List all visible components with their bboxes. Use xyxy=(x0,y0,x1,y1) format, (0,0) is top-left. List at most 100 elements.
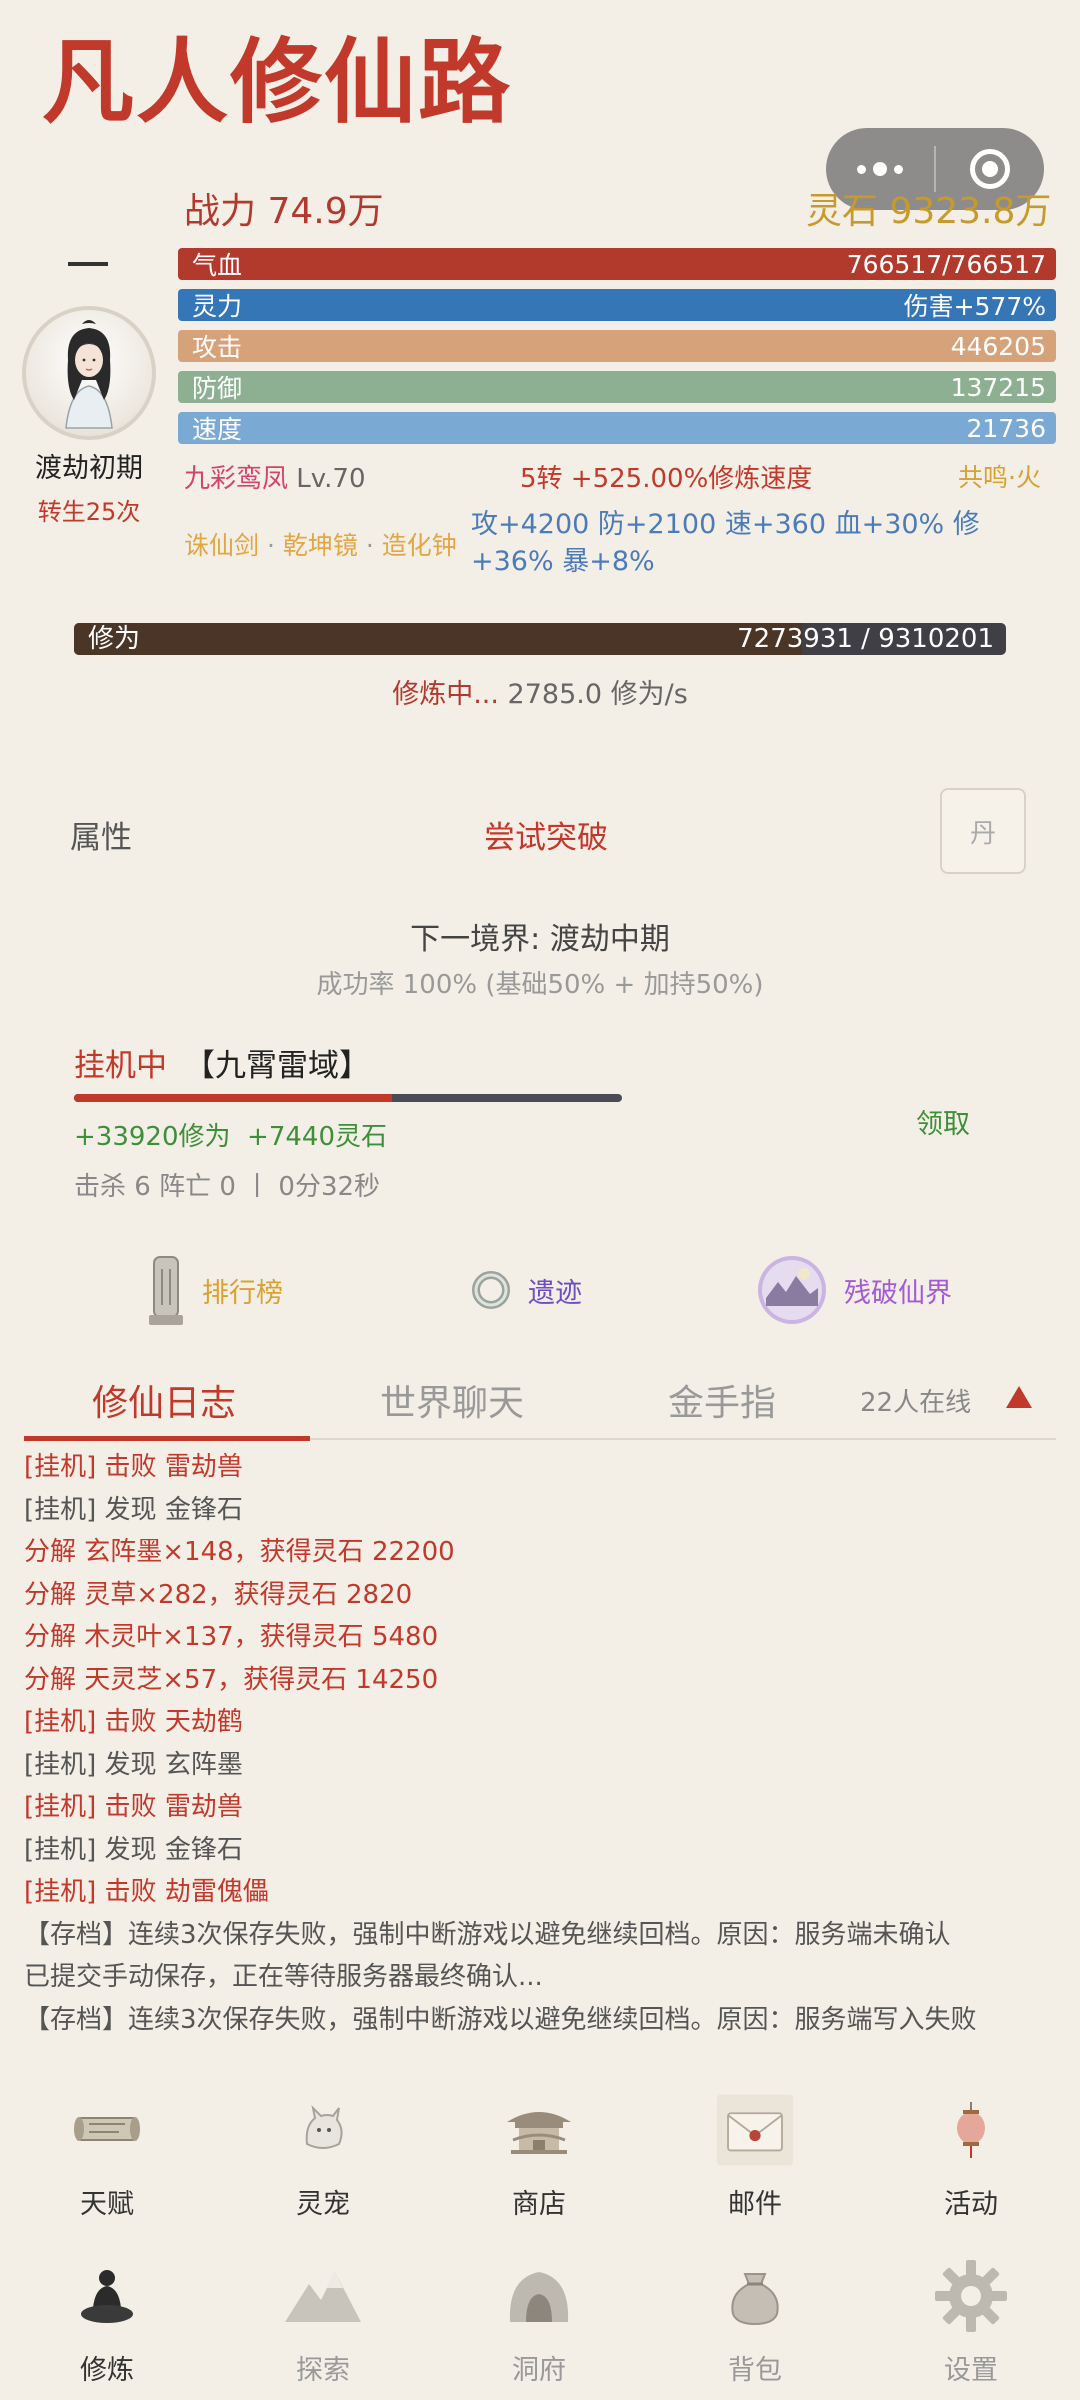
pet-level: Lv.70 xyxy=(296,464,366,494)
cultivation-progress-fill xyxy=(74,623,802,655)
log-list[interactable]: [挂机] 击败 雷劫兽 [挂机] 发现 金锋石 分解 玄阵墨×148，获得灵石 22… xyxy=(24,1446,1064,2041)
nav-label: 邮件 xyxy=(728,2189,782,2220)
scroll-icon xyxy=(67,2090,147,2170)
nav-cultivate[interactable]: 修炼 xyxy=(32,2256,182,2387)
log-entry: [挂机] 击败 雷劫兽 xyxy=(24,1792,243,1822)
hp-value: 766517/766517 xyxy=(846,249,1046,279)
artifact-2: 乾坤镜 xyxy=(282,531,358,560)
speed-bar: 速度 21736 xyxy=(178,412,1056,444)
realm-orb-icon xyxy=(758,1256,826,1324)
nav-mail[interactable]: 邮件 xyxy=(680,2090,830,2221)
avatar[interactable] xyxy=(22,306,156,440)
speed-label: 速度 xyxy=(192,415,243,444)
attack-value: 446205 xyxy=(950,331,1046,361)
meditating-figure-icon xyxy=(67,2256,147,2336)
resonance-label: 共鸣·火 xyxy=(958,463,1041,492)
cultivation-rate: 2785.0 修为/s xyxy=(507,679,688,710)
log-entry: 分解 灵草×282，获得灵石 2820 xyxy=(24,1579,413,1610)
broken-realm-button[interactable]: 残破仙界 xyxy=(756,1240,952,1340)
mp-label: 灵力 xyxy=(192,292,243,321)
nav-label: 探索 xyxy=(296,2355,350,2386)
nav-label: 修炼 xyxy=(80,2355,134,2386)
nav-label: 背包 xyxy=(728,2355,782,2386)
realm-label: 渡劫初期 xyxy=(35,453,143,484)
log-entry: [挂机] 发现 金锋石 xyxy=(24,1834,243,1865)
leaderboard-button[interactable]: 排行榜 xyxy=(146,1240,283,1340)
defense-label: 防御 xyxy=(192,374,243,403)
log-entry: 分解 玄阵墨×148，获得灵石 22200 xyxy=(24,1537,455,1567)
afk-stone-gain: +7440灵石 xyxy=(247,1122,387,1152)
tab-cheats[interactable]: 金手指 xyxy=(668,1374,776,1426)
mountain-icon xyxy=(283,2256,363,2336)
log-entry: 已提交手动保存，正在等待服务器最终确认... xyxy=(24,1962,543,1992)
speed-value: 21736 xyxy=(966,413,1046,443)
artifact-1: 诛仙剑 xyxy=(184,531,260,560)
cultivation-label: 修为 xyxy=(88,624,141,654)
nav-pet[interactable]: 灵宠 xyxy=(248,2090,398,2221)
nav-label: 洞府 xyxy=(512,2355,566,2386)
afk-status: 挂机中 xyxy=(74,1048,167,1084)
tab-world-chat[interactable]: 世界聊天 xyxy=(380,1374,524,1426)
app-title: 凡人修仙路 xyxy=(42,28,513,136)
afk-progress-bar xyxy=(74,1094,622,1102)
log-entry: 【存档】连续3次保存失败，强制中断游戏以避免继续回档。原因：服务端未确认 xyxy=(24,1919,951,1950)
nav-cave[interactable]: 洞府 xyxy=(464,2256,614,2387)
defense-value: 137215 xyxy=(950,372,1046,402)
gear-icon xyxy=(931,2256,1011,2336)
log-entry: [挂机] 击败 天劫鹤 xyxy=(24,1707,243,1737)
log-entry: 分解 天灵芝×57，获得灵石 14250 xyxy=(24,1664,439,1695)
lantern-icon xyxy=(931,2090,1011,2170)
breakthrough-button[interactable]: 尝试突破 xyxy=(484,812,608,857)
spirit-stones: 灵石 9323.8万 xyxy=(806,191,1052,232)
afk-exp-gain: +33920修为 xyxy=(74,1122,231,1152)
claim-button[interactable]: 领取 xyxy=(916,1102,970,1141)
nav-talent[interactable]: 天赋 xyxy=(32,2090,182,2221)
spirit-fox-icon xyxy=(283,2090,363,2170)
ruins-button[interactable]: 遗迹 xyxy=(470,1240,582,1340)
nav-label: 天赋 xyxy=(80,2189,134,2220)
nav-explore[interactable]: 探索 xyxy=(248,2256,398,2387)
hp-bar: 气血 766517/766517 xyxy=(178,248,1056,280)
ruins-label: 遗迹 xyxy=(528,1277,582,1309)
pavilion-icon xyxy=(499,2090,579,2170)
nav-events[interactable]: 活动 xyxy=(896,2090,1046,2221)
artifact-separator: · xyxy=(357,531,382,560)
nav-bag[interactable]: 背包 xyxy=(680,2256,830,2387)
mp-bar: 灵力 伤害+577% xyxy=(178,289,1056,321)
next-realm: 下一境界: 渡劫中期 xyxy=(410,922,670,957)
tab-cultivation-log[interactable]: 修仙日志 xyxy=(92,1374,236,1426)
pouch-icon xyxy=(715,2256,795,2336)
nav-shop[interactable]: 商店 xyxy=(464,2090,614,2221)
artifact-bonus: 攻+4200 防+2100 速+360 血+30% 修+36% 暴+8% xyxy=(471,509,980,577)
afk-progress-fill xyxy=(74,1094,392,1102)
cultivation-state: 修炼中... xyxy=(392,679,499,710)
success-rate: 成功率 100% (基础50% + 加持50%) xyxy=(316,970,764,1000)
collapse-triangle-icon[interactable] xyxy=(1006,1386,1032,1408)
broken-realm-label: 残破仙界 xyxy=(844,1277,952,1309)
attributes-button[interactable]: 属性 xyxy=(70,812,132,857)
leaderboard-label: 排行榜 xyxy=(202,1277,283,1309)
log-entry: [挂机] 击败 雷劫兽 xyxy=(24,1452,243,1482)
cave-icon xyxy=(499,2256,579,2336)
defense-bar: 防御 137215 xyxy=(178,371,1056,403)
log-entry: [挂机] 发现 玄阵墨 xyxy=(24,1749,243,1780)
stele-icon xyxy=(149,1256,183,1325)
artifact-list[interactable]: 诛仙剑 · 乾坤镜 · 造化钟 xyxy=(184,526,457,562)
nav-settings[interactable]: 设置 xyxy=(896,2256,1046,2387)
more-dots-icon xyxy=(857,162,903,176)
name-placeholder-dash xyxy=(68,262,108,266)
rebirth-count: 转生25次 xyxy=(37,498,141,526)
afk-stats: 击杀 6 阵亡 0 丨 0分32秒 xyxy=(74,1172,381,1202)
rebirth-speed-bonus: 5转 +525.00%修炼速度 xyxy=(520,464,813,494)
artifact-separator: · xyxy=(259,531,283,560)
pill-button[interactable]: 丹 xyxy=(940,788,1026,874)
attack-bar: 攻击 446205 xyxy=(178,330,1056,362)
artifact-3: 造化钟 xyxy=(381,531,457,560)
log-entry: [挂机] 击败 劫雷傀儡 xyxy=(24,1877,269,1907)
afk-zone[interactable]: 【九霄雷域】 xyxy=(184,1040,370,1085)
nav-label: 设置 xyxy=(944,2355,998,2386)
envelope-icon xyxy=(715,2090,795,2170)
pet-info[interactable]: 九彩鸾凤 Lv.70 xyxy=(184,458,365,495)
cultivation-status: 修炼中... 2785.0 修为/s xyxy=(0,672,1080,711)
log-entry: [挂机] 发现 金锋石 xyxy=(24,1494,243,1525)
